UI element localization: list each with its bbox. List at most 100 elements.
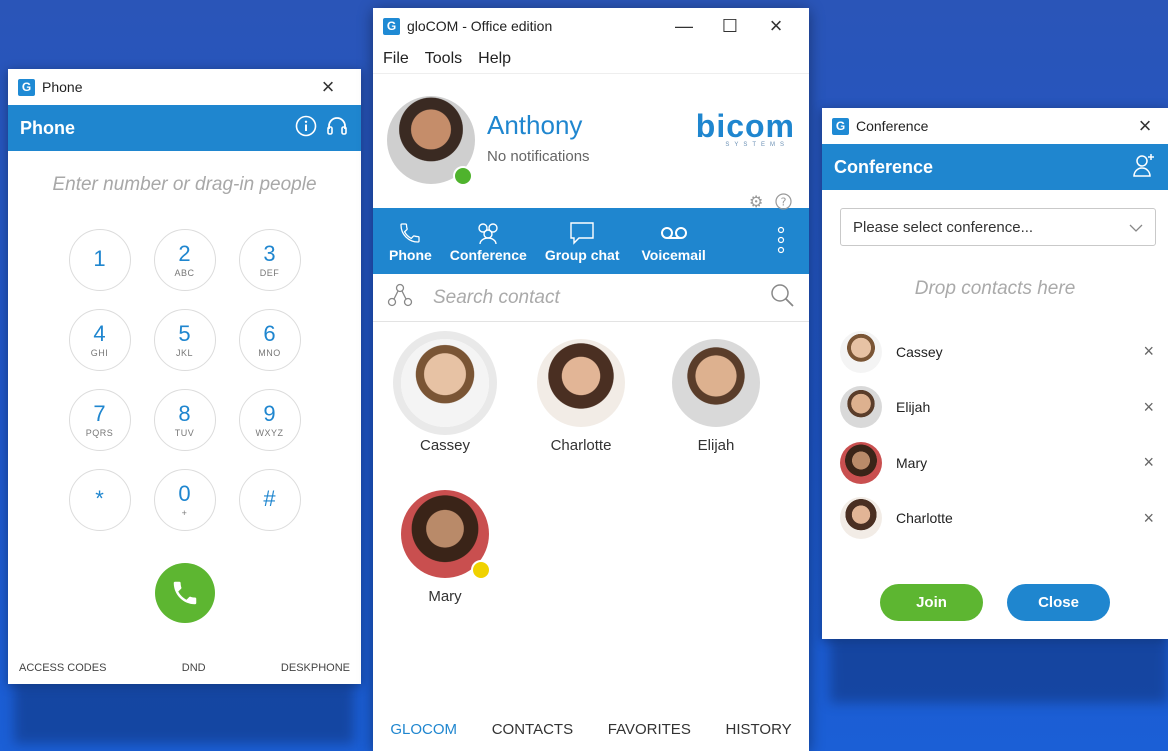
settings-gear-icon[interactable]: ⚙ bbox=[749, 192, 763, 212]
glocom-main-window: G gloCOM - Office edition — ☐ × File Too… bbox=[373, 8, 809, 751]
contact-avatar bbox=[401, 490, 491, 580]
menu-tools[interactable]: Tools bbox=[425, 50, 462, 68]
desktop-shadow-left bbox=[14, 684, 354, 744]
bottom-tab-history[interactable]: HISTORY bbox=[726, 721, 792, 738]
conference-select[interactable]: Please select conference... bbox=[840, 208, 1156, 246]
remove-participant-icon[interactable]: × bbox=[1143, 452, 1154, 473]
tab-group-chat[interactable]: Group chat bbox=[539, 208, 626, 274]
bottom-tab-contacts[interactable]: CONTACTS bbox=[492, 721, 573, 738]
info-icon[interactable] bbox=[295, 115, 317, 142]
bottom-tab-glocom[interactable]: GLOCOM bbox=[390, 721, 457, 738]
tab-phone-label: Phone bbox=[389, 247, 432, 263]
online-status-dot bbox=[453, 166, 473, 186]
help-icon[interactable]: ? bbox=[775, 193, 792, 215]
participant-name: Mary bbox=[896, 454, 928, 471]
chevron-down-icon bbox=[1129, 219, 1143, 236]
main-tab-bar: Phone Conference Group chat Voicemail bbox=[373, 208, 809, 274]
access-codes-link[interactable]: ACCESS CODES bbox=[19, 662, 106, 674]
user-status: No notifications bbox=[487, 148, 590, 165]
participant-name: Elijah bbox=[896, 399, 931, 416]
headset-icon[interactable] bbox=[325, 114, 349, 143]
add-participant-icon[interactable] bbox=[1132, 152, 1156, 183]
voicemail-icon bbox=[659, 219, 689, 247]
dial-key-7[interactable]: 7 PQRS bbox=[68, 389, 131, 451]
minimize-button[interactable]: — bbox=[661, 8, 707, 44]
phone-header-title: Phone bbox=[20, 117, 76, 138]
participant-name: Cassey bbox=[896, 343, 943, 360]
main-window-title: gloCOM - Office edition bbox=[407, 18, 553, 34]
dial-key-8[interactable]: 8 TUV bbox=[153, 389, 216, 451]
bottom-tab-favorites[interactable]: FAVORITES bbox=[608, 721, 691, 738]
contact-card-charlotte[interactable]: Charlotte bbox=[521, 339, 641, 454]
participant-avatar bbox=[840, 441, 882, 484]
tab-group-chat-label: Group chat bbox=[544, 247, 620, 263]
remove-participant-icon[interactable]: × bbox=[1143, 508, 1154, 529]
contact-avatar bbox=[537, 339, 625, 427]
dial-key-hash[interactable]: # bbox=[238, 469, 301, 531]
dnd-toggle[interactable]: DND bbox=[182, 662, 206, 674]
remove-participant-icon[interactable]: × bbox=[1143, 397, 1154, 418]
contact-card-mary[interactable]: Mary bbox=[385, 490, 505, 605]
dial-key-2[interactable]: 2 ABC bbox=[153, 229, 216, 291]
main-titlebar: G gloCOM - Office edition — ☐ × bbox=[373, 8, 809, 44]
conference-window-title: Conference bbox=[856, 118, 929, 134]
dialpad: 1 2 ABC 3 DEF 4 GHI 5 JKL 6 MNO 7 PQRS 8 TUV 9W… bbox=[8, 229, 361, 531]
bicom-logo-sub: SYSTEMS bbox=[725, 142, 789, 148]
phone-header: Phone bbox=[8, 105, 361, 151]
search-icon[interactable] bbox=[769, 282, 795, 313]
contact-avatar bbox=[401, 339, 489, 427]
contact-card-cassey[interactable]: Cassey bbox=[385, 339, 505, 454]
tab-conference-label: Conference bbox=[449, 247, 527, 263]
desktop-shadow-right bbox=[830, 639, 1168, 703]
more-options-icon[interactable] bbox=[777, 226, 785, 257]
conference-close-window-button[interactable]: × bbox=[1132, 108, 1158, 144]
participant-row: Cassey × bbox=[822, 324, 1168, 380]
close-button[interactable]: Close bbox=[1007, 584, 1110, 621]
deskphone-link[interactable]: DESKPHONE bbox=[281, 662, 350, 674]
dial-key-star[interactable]: * bbox=[68, 469, 131, 531]
conference-people-icon bbox=[473, 219, 503, 247]
phone-window-title: Phone bbox=[42, 79, 83, 95]
search-input[interactable]: Search contact bbox=[413, 287, 769, 309]
dial-key-3[interactable]: 3 DEF bbox=[238, 229, 301, 291]
conference-actions: Join Close bbox=[822, 584, 1168, 621]
main-close-window-button[interactable]: × bbox=[753, 8, 799, 44]
tab-voicemail[interactable]: Voicemail bbox=[635, 208, 711, 274]
profile-section: Anthony No notifications bicom SYSTEMS ⚙… bbox=[373, 74, 809, 211]
dial-key-4[interactable]: 4 GHI bbox=[68, 309, 131, 371]
tab-phone[interactable]: Phone bbox=[383, 208, 438, 274]
participant-row: Elijah × bbox=[822, 380, 1168, 436]
conference-window: G Conference × Conference Please select … bbox=[822, 108, 1168, 639]
participant-avatar bbox=[840, 386, 882, 429]
participant-name: Charlotte bbox=[896, 510, 953, 527]
dial-key-5[interactable]: 5 JKL bbox=[153, 309, 216, 371]
dial-key-6[interactable]: 6 MNO bbox=[238, 309, 301, 371]
join-button[interactable]: Join bbox=[880, 584, 983, 621]
menu-bar: File Tools Help bbox=[373, 44, 809, 74]
org-tree-icon[interactable] bbox=[387, 282, 413, 313]
menu-help[interactable]: Help bbox=[478, 50, 511, 68]
participant-list: Cassey × Elijah × Mary × Charlotte × bbox=[822, 324, 1168, 546]
participant-avatar bbox=[840, 497, 882, 540]
dial-key-1[interactable]: 1 bbox=[68, 229, 131, 291]
phone-close-window-button[interactable]: × bbox=[305, 69, 351, 105]
dial-key-9[interactable]: 9 WXYZ bbox=[238, 389, 301, 451]
contact-name: Cassey bbox=[419, 437, 471, 454]
conference-titlebar: G Conference × bbox=[822, 108, 1168, 144]
remove-participant-icon[interactable]: × bbox=[1143, 341, 1154, 362]
svg-text:?: ? bbox=[781, 196, 787, 209]
number-input[interactable]: Enter number or drag-in people bbox=[8, 151, 361, 219]
conference-header-title: Conference bbox=[834, 156, 934, 177]
menu-file[interactable]: File bbox=[383, 50, 409, 68]
participant-row: Mary × bbox=[822, 435, 1168, 491]
contact-name: Mary bbox=[428, 588, 462, 605]
tab-conference[interactable]: Conference bbox=[444, 208, 533, 274]
participant-avatar bbox=[840, 330, 882, 373]
phone-handset-icon bbox=[173, 581, 196, 605]
contact-avatar bbox=[672, 339, 760, 427]
call-button[interactable] bbox=[154, 563, 215, 623]
contact-card-elijah[interactable]: Elijah bbox=[656, 339, 776, 454]
dial-key-0[interactable]: 0 + bbox=[153, 469, 216, 531]
maximize-button[interactable]: ☐ bbox=[707, 8, 753, 44]
drop-contacts-hint: Drop contacts here bbox=[914, 278, 1076, 299]
